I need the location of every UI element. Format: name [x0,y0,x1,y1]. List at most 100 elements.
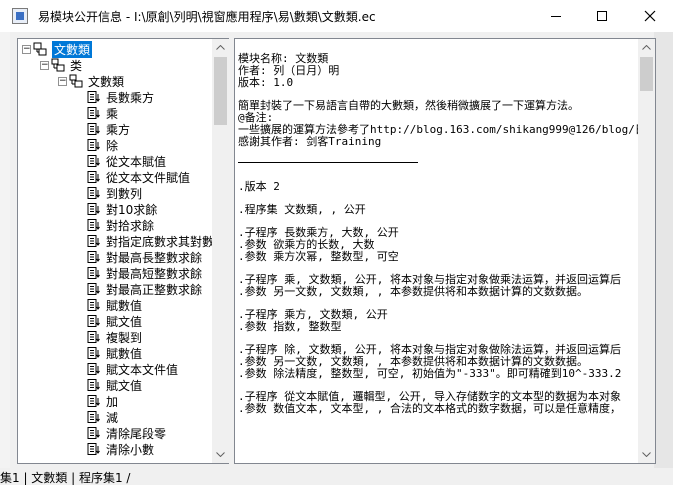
tree-node[interactable]: 賦文值 [87,313,142,329]
tree-node-label: 對10求餘 [106,202,158,217]
class-folder-icon [51,58,65,72]
close-button[interactable] [627,0,673,32]
tree-node[interactable]: 清除小數 [87,441,154,457]
method-icon [87,90,101,104]
tree-node[interactable]: 長數乘方 [87,89,154,105]
tree-node[interactable]: 對10求餘 [87,201,157,217]
tree-node-label: 賦文本文件值 [106,362,179,377]
tree-node[interactable]: 對指定底數求其對數 [87,233,212,249]
info-text-panel: 模块名称: 文数類 作者: 列（日月）明 版本: 1.0 簡單封裝了一下易語言自帶的大… [234,38,656,464]
text-line: .参数 数值文本, 文本型, , 合法的文本格式的数字数据，可以是任意精度， [238,402,621,415]
tree-node[interactable]: 乘方 [87,121,130,137]
tree-node-label: 對最高正整數求餘 [106,282,203,297]
tree-node-label: 賦文值 [106,378,143,393]
text-line: .参数 指数, 整数型 [238,320,342,333]
tree-node[interactable]: 加 [87,393,118,409]
tree-node-label: 複製到 [106,330,143,345]
text-line: .参数 乘方次幂, 整数型, 可空 [238,250,399,263]
minimize-icon [551,16,561,17]
tree-node[interactable]: 對最高正整數求餘 [87,281,202,297]
background-window-edge [0,32,10,468]
tree-node[interactable]: 賦文值 [87,377,142,393]
method-icon [87,442,101,456]
tree-node[interactable]: 到數列 [87,185,142,201]
tree-node-label: 賦數值 [106,298,143,313]
tree-node[interactable]: 複製到 [87,329,142,345]
scroll-up-arrow[interactable] [638,39,655,56]
tree-node[interactable]: 类 [51,57,82,73]
chevron-up-icon [642,45,651,50]
method-icon [87,122,101,136]
tree-node[interactable]: 賦數值 [87,297,142,313]
close-icon [644,10,656,22]
tree-node[interactable]: 對最高短整數求餘 [87,265,202,281]
text-line: 簡單封裝了一下易語言自帶的大數類，然後稍微擴展了一下運算方法。 [238,99,579,112]
scroll-thumb[interactable] [214,57,227,125]
title-bar: 易模块公开信息 - I:\原創\列明\視窗應用程序\易\數類\文數類.ec [0,0,673,32]
tree-node[interactable]: 從文本賦值 [87,153,166,169]
scroll-up-arrow[interactable] [212,39,229,56]
maximize-button[interactable] [579,0,625,32]
tree-node-label: 賦文值 [106,314,143,329]
tree-node[interactable]: 減 [87,409,118,425]
tree-node-label: 對最高長整數求餘 [106,250,203,265]
method-icon [87,138,101,152]
tree-node[interactable]: 乘 [87,105,118,121]
tree-node-label: 类 [70,58,83,73]
tree-expander-icon[interactable]: − [58,77,67,86]
info-text[interactable]: 模块名称: 文数類 作者: 列（日月）明 版本: 1.0 簡單封裝了一下易語言自帶的大… [235,39,638,463]
tree-node-label: 到數列 [106,186,143,201]
tree-node-label: 對拾求餘 [106,218,155,233]
tree-node[interactable]: 除 [87,137,118,153]
tree-node[interactable]: 對最高長整數求餘 [87,249,202,265]
method-icon [87,154,101,168]
tree-node-label: 文數類 [88,74,125,89]
method-icon [87,282,101,296]
tree-node[interactable]: 對拾求餘 [87,217,154,233]
chevron-down-icon [216,452,225,457]
tree-node[interactable]: 文數類 [69,73,124,89]
text-line: .程序集 文数類, , 公开 [238,203,366,216]
scroll-thumb[interactable] [640,57,653,91]
minimize-button[interactable] [533,0,579,32]
tree-node[interactable]: 賦文本文件值 [87,361,178,377]
tree-node[interactable]: 文數類 [33,40,93,58]
tree-node-label: 從文本賦值 [106,154,167,169]
tree-node-label: 減 [106,410,119,425]
text-scrollbar[interactable] [638,39,655,463]
tree-node-label: 加 [106,394,119,409]
tree-node-label: 從文本文件賦值 [106,170,191,185]
scroll-down-arrow[interactable] [212,446,229,463]
tree-node-label: 對指定底數求其對數 [106,234,212,249]
tree-node-label: 賦數值 [106,346,143,361]
tree-node[interactable]: 從文本文件賦值 [87,169,190,185]
scroll-down-arrow[interactable] [638,446,655,463]
tree-node-label: 文數類 [52,40,93,58]
method-icon [87,410,101,424]
tree-node-label: 乘方 [106,122,131,137]
tree-node-label: 清除小數 [106,442,155,457]
tree-scrollbar[interactable] [212,39,229,463]
background-window-edge [654,32,673,468]
module-tree-panel: − 文數類 − 类 − 文數類 長數乘方乘乘方除從文本賦值 從文本文件賦值 到數列 對10求餘 對拾… [17,38,230,464]
chevron-down-icon [642,452,651,457]
method-icon [87,266,101,280]
method-icon [87,330,101,344]
module-tree[interactable]: − 文數類 − 类 − 文數類 長數乘方乘乘方除從文本賦值 從文本文件賦值 到數列 對10求餘 對拾… [18,39,212,463]
tree-node[interactable]: 清除尾段零 [87,425,166,441]
method-icon [87,314,101,328]
method-icon [87,362,101,376]
method-icon [87,106,101,120]
tree-expander-icon[interactable]: − [40,61,49,70]
text-line: 版本: 1.0 [238,76,294,89]
app-icon [12,8,28,24]
tree-expander-icon[interactable]: − [22,45,31,54]
method-icon [87,250,101,264]
separator-line [238,162,418,163]
tree-node[interactable]: 賦數值 [87,345,142,361]
background-tab-strip: 集1 | 文數類 | 程序集1 / [0,468,673,485]
method-icon [87,218,101,232]
tree-node-label: 清除尾段零 [106,426,167,441]
maximize-icon [597,11,607,21]
tree-node-label: 對最高短整數求餘 [106,266,203,281]
